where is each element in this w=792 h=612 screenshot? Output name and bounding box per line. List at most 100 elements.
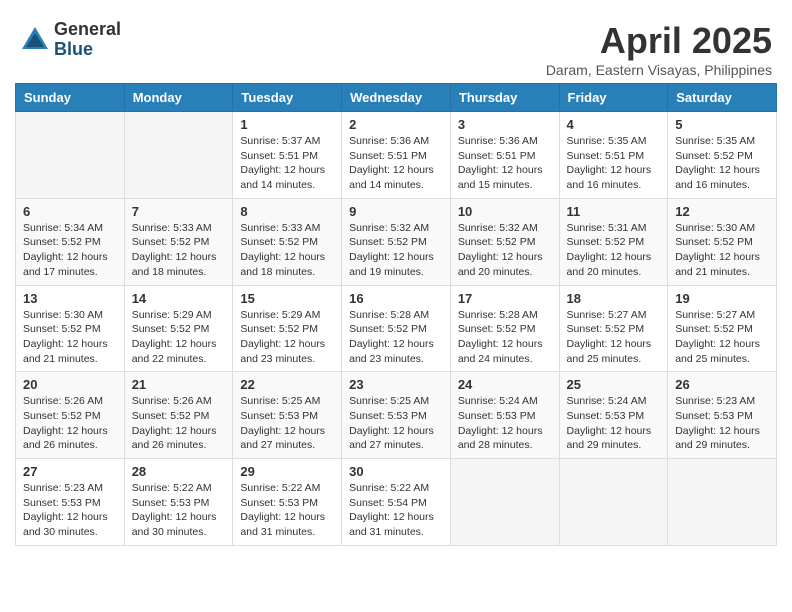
day-info: Sunrise: 5:32 AM Sunset: 5:52 PM Dayligh… [458,221,552,280]
day-info: Sunrise: 5:26 AM Sunset: 5:52 PM Dayligh… [132,394,226,453]
day-number: 17 [458,291,552,306]
day-number: 11 [567,204,661,219]
calendar-cell: 20 Sunrise: 5:26 AM Sunset: 5:52 PM Dayli… [16,372,125,459]
day-info: Sunrise: 5:22 AM Sunset: 5:53 PM Dayligh… [132,481,226,540]
calendar-cell: 23 Sunrise: 5:25 AM Sunset: 5:53 PM Dayli… [342,372,451,459]
day-info: Sunrise: 5:35 AM Sunset: 5:52 PM Dayligh… [675,134,769,193]
day-number: 5 [675,117,769,132]
day-number: 10 [458,204,552,219]
calendar-cell: 15 Sunrise: 5:29 AM Sunset: 5:52 PM Dayli… [233,285,342,372]
day-number: 9 [349,204,443,219]
day-info: Sunrise: 5:37 AM Sunset: 5:51 PM Dayligh… [240,134,334,193]
weekday-header-wednesday: Wednesday [342,84,451,112]
location-title: Daram, Eastern Visayas, Philippines [546,62,772,78]
month-title: April 2025 [546,20,772,62]
day-info: Sunrise: 5:28 AM Sunset: 5:52 PM Dayligh… [458,308,552,367]
day-number: 8 [240,204,334,219]
day-number: 19 [675,291,769,306]
calendar-cell: 4Sunrise: 5:35 AM Sunset: 5:51 PM Daylig… [559,112,668,199]
weekday-header-tuesday: Tuesday [233,84,342,112]
day-number: 6 [23,204,117,219]
day-number: 4 [567,117,661,132]
day-info: Sunrise: 5:29 AM Sunset: 5:52 PM Dayligh… [132,308,226,367]
day-number: 12 [675,204,769,219]
day-number: 20 [23,377,117,392]
day-info: Sunrise: 5:26 AM Sunset: 5:52 PM Dayligh… [23,394,117,453]
weekday-header-monday: Monday [124,84,233,112]
calendar-cell [559,459,668,546]
day-info: Sunrise: 5:27 AM Sunset: 5:52 PM Dayligh… [567,308,661,367]
day-number: 27 [23,464,117,479]
day-number: 24 [458,377,552,392]
day-info: Sunrise: 5:24 AM Sunset: 5:53 PM Dayligh… [458,394,552,453]
day-info: Sunrise: 5:32 AM Sunset: 5:52 PM Dayligh… [349,221,443,280]
calendar-cell: 5 Sunrise: 5:35 AM Sunset: 5:52 PM Daylig… [668,112,777,199]
day-info: Sunrise: 5:34 AM Sunset: 5:52 PM Dayligh… [23,221,117,280]
day-info: Sunrise: 5:29 AM Sunset: 5:52 PM Dayligh… [240,308,334,367]
day-info: Sunrise: 5:30 AM Sunset: 5:52 PM Dayligh… [675,221,769,280]
title-section: April 2025 Daram, Eastern Visayas, Phili… [546,20,772,78]
day-number: 28 [132,464,226,479]
day-info: Sunrise: 5:25 AM Sunset: 5:53 PM Dayligh… [240,394,334,453]
weekday-header-sunday: Sunday [16,84,125,112]
day-info: Sunrise: 5:27 AM Sunset: 5:52 PM Dayligh… [675,308,769,367]
calendar-week-3: 13 Sunrise: 5:30 AM Sunset: 5:52 PM Dayli… [16,285,777,372]
calendar-cell: 7 Sunrise: 5:33 AM Sunset: 5:52 PM Daylig… [124,198,233,285]
day-number: 7 [132,204,226,219]
day-info: Sunrise: 5:22 AM Sunset: 5:53 PM Dayligh… [240,481,334,540]
day-number: 13 [23,291,117,306]
calendar-week-5: 27 Sunrise: 5:23 AM Sunset: 5:53 PM Dayli… [16,459,777,546]
day-number: 22 [240,377,334,392]
calendar-cell: 8 Sunrise: 5:33 AM Sunset: 5:52 PM Daylig… [233,198,342,285]
calendar-cell [668,459,777,546]
day-number: 21 [132,377,226,392]
day-number: 23 [349,377,443,392]
day-number: 25 [567,377,661,392]
calendar-cell: 9 Sunrise: 5:32 AM Sunset: 5:52 PM Daylig… [342,198,451,285]
calendar-cell: 18 Sunrise: 5:27 AM Sunset: 5:52 PM Dayli… [559,285,668,372]
day-number: 30 [349,464,443,479]
calendar-cell: 24 Sunrise: 5:24 AM Sunset: 5:53 PM Dayli… [450,372,559,459]
calendar-cell: 28 Sunrise: 5:22 AM Sunset: 5:53 PM Dayli… [124,459,233,546]
day-info: Sunrise: 5:31 AM Sunset: 5:52 PM Dayligh… [567,221,661,280]
calendar-cell: 12 Sunrise: 5:30 AM Sunset: 5:52 PM Dayli… [668,198,777,285]
calendar-cell: 1Sunrise: 5:37 AM Sunset: 5:51 PM Daylig… [233,112,342,199]
weekday-header-saturday: Saturday [668,84,777,112]
calendar-cell: 22 Sunrise: 5:25 AM Sunset: 5:53 PM Dayli… [233,372,342,459]
calendar-cell: 3Sunrise: 5:36 AM Sunset: 5:51 PM Daylig… [450,112,559,199]
calendar-week-2: 6 Sunrise: 5:34 AM Sunset: 5:52 PM Daylig… [16,198,777,285]
calendar-cell: 2Sunrise: 5:36 AM Sunset: 5:51 PM Daylig… [342,112,451,199]
calendar-cell: 26Sunrise: 5:23 AM Sunset: 5:53 PM Dayli… [668,372,777,459]
weekday-header-thursday: Thursday [450,84,559,112]
day-number: 26 [675,377,769,392]
weekday-header-friday: Friday [559,84,668,112]
calendar-cell: 13 Sunrise: 5:30 AM Sunset: 5:52 PM Dayli… [16,285,125,372]
logo-icon [20,25,50,55]
calendar-table: SundayMondayTuesdayWednesdayThursdayFrid… [15,83,777,546]
logo-text: General Blue [54,20,121,60]
calendar-week-1: 1Sunrise: 5:37 AM Sunset: 5:51 PM Daylig… [16,112,777,199]
day-number: 16 [349,291,443,306]
calendar-cell [450,459,559,546]
day-info: Sunrise: 5:25 AM Sunset: 5:53 PM Dayligh… [349,394,443,453]
calendar-cell [16,112,125,199]
calendar-cell: 17 Sunrise: 5:28 AM Sunset: 5:52 PM Dayli… [450,285,559,372]
page-header: General Blue April 2025 Daram, Eastern V… [10,10,782,83]
calendar-cell: 16 Sunrise: 5:28 AM Sunset: 5:52 PM Dayli… [342,285,451,372]
day-info: Sunrise: 5:33 AM Sunset: 5:52 PM Dayligh… [240,221,334,280]
day-info: Sunrise: 5:33 AM Sunset: 5:52 PM Dayligh… [132,221,226,280]
day-info: Sunrise: 5:23 AM Sunset: 5:53 PM Dayligh… [23,481,117,540]
day-number: 18 [567,291,661,306]
logo: General Blue [20,20,121,60]
calendar-cell: 11 Sunrise: 5:31 AM Sunset: 5:52 PM Dayli… [559,198,668,285]
calendar-cell: 14Sunrise: 5:29 AM Sunset: 5:52 PM Dayli… [124,285,233,372]
day-info: Sunrise: 5:24 AM Sunset: 5:53 PM Dayligh… [567,394,661,453]
day-info: Sunrise: 5:28 AM Sunset: 5:52 PM Dayligh… [349,308,443,367]
calendar-cell: 10 Sunrise: 5:32 AM Sunset: 5:52 PM Dayli… [450,198,559,285]
calendar-cell [124,112,233,199]
weekday-header-row: SundayMondayTuesdayWednesdayThursdayFrid… [16,84,777,112]
day-info: Sunrise: 5:30 AM Sunset: 5:52 PM Dayligh… [23,308,117,367]
calendar-week-4: 20 Sunrise: 5:26 AM Sunset: 5:52 PM Dayli… [16,372,777,459]
day-info: Sunrise: 5:22 AM Sunset: 5:54 PM Dayligh… [349,481,443,540]
day-number: 15 [240,291,334,306]
